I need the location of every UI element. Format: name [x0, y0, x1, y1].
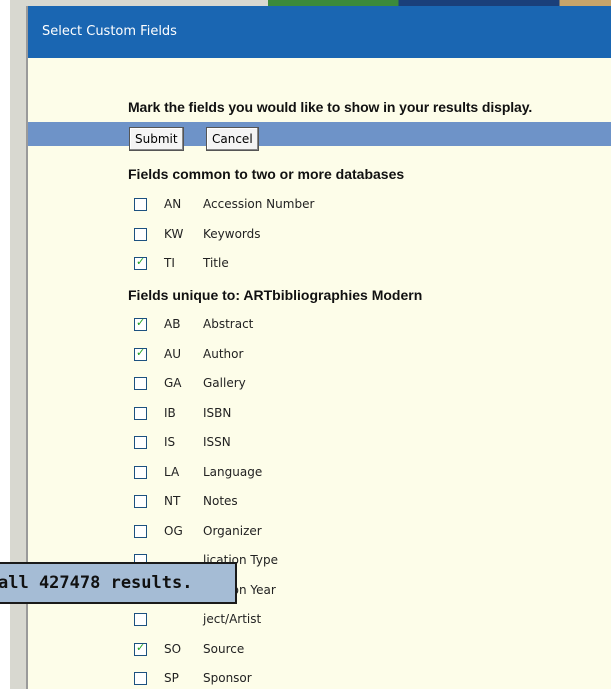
field-code: AN: [164, 197, 182, 211]
button-bar: [28, 122, 611, 146]
field-label: Author: [203, 346, 244, 361]
field-label: Abstract: [203, 317, 254, 331]
field-label: Language: [203, 464, 263, 479]
cancel-button[interactable]: Cancel: [206, 127, 259, 151]
field-checkbox[interactable]: [134, 377, 147, 390]
field-code: IS: [164, 435, 176, 449]
field-code: NT: [164, 494, 181, 508]
unique-fields-heading: Fields unique to: ARTbibliographies Mode…: [128, 287, 423, 303]
field-label: Accession Number: [203, 197, 315, 211]
field-checkbox[interactable]: [134, 641, 147, 656]
field-code: AB: [164, 317, 181, 331]
field-code: IB: [164, 405, 176, 420]
field-checkbox[interactable]: [134, 406, 147, 420]
results-toast: all 427478 results.: [0, 562, 237, 604]
field-code: AU: [164, 346, 181, 361]
field-checkbox[interactable]: [134, 465, 147, 479]
instruction-text: Mark the fields you would like to show i…: [128, 99, 533, 115]
field-code: GA: [164, 376, 182, 390]
field-code: KW: [164, 226, 184, 241]
common-fields-heading: Fields common to two or more databases: [128, 166, 405, 182]
field-checkbox[interactable]: [134, 436, 147, 449]
field-checkbox[interactable]: [134, 255, 147, 270]
field-label: Keywords: [203, 226, 261, 241]
field-checkbox[interactable]: [134, 227, 147, 241]
toast-text: all 427478 results.: [0, 573, 193, 593]
dialog-title: Select Custom Fields: [28, 6, 611, 58]
field-code: SO: [164, 641, 182, 656]
field-label: ject/Artist: [203, 612, 262, 626]
field-checkbox[interactable]: [134, 613, 147, 626]
field-code: LA: [164, 464, 180, 479]
field-label: Notes: [203, 494, 238, 508]
field-label: Organizer: [203, 523, 262, 538]
field-checkbox[interactable]: [134, 524, 147, 538]
field-checkbox[interactable]: [134, 346, 147, 361]
field-code: SP: [164, 671, 179, 685]
field-label: ISSN: [203, 435, 231, 449]
field-checkbox[interactable]: [134, 316, 147, 331]
field-label: Source: [203, 641, 245, 656]
field-checkbox[interactable]: [134, 672, 147, 685]
field-code: TI: [164, 256, 175, 270]
field-checkbox[interactable]: [134, 495, 147, 508]
field-code: OG: [164, 523, 183, 538]
field-checkbox[interactable]: [134, 198, 147, 211]
field-label: Gallery: [203, 376, 246, 390]
submit-button[interactable]: Submit: [129, 127, 184, 151]
field-label: Title: [203, 256, 229, 270]
field-label: Sponsor: [203, 671, 252, 685]
field-label: ISBN: [203, 405, 232, 420]
